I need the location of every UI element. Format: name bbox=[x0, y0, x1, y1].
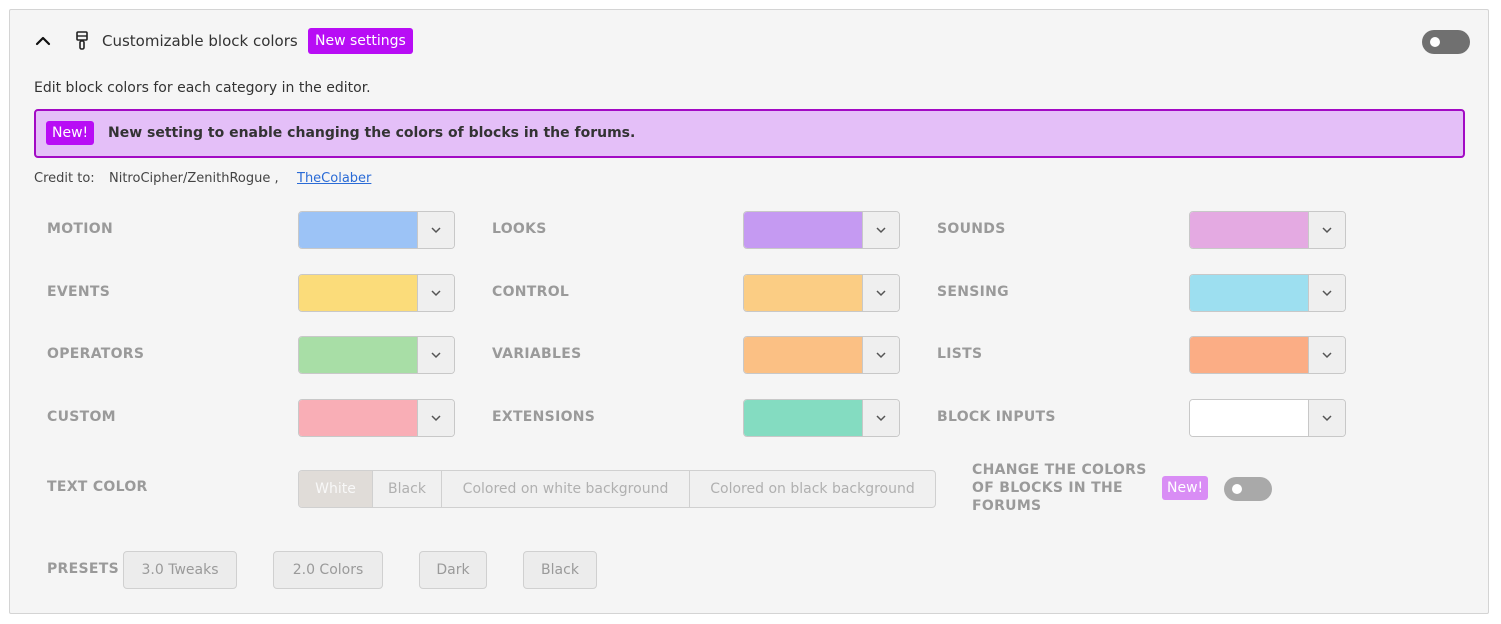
chevron-down-icon bbox=[876, 415, 886, 422]
motion-swatch bbox=[299, 212, 418, 248]
sensing-color-picker[interactable] bbox=[1189, 274, 1346, 312]
control-swatch bbox=[744, 275, 863, 311]
lists-swatch bbox=[1190, 337, 1309, 373]
new-badge: New! bbox=[46, 121, 95, 145]
paintbrush-icon bbox=[76, 31, 88, 50]
custom-swatch bbox=[299, 400, 418, 436]
custom-label: CUSTOM bbox=[47, 409, 116, 425]
preset-button-dark[interactable]: Dark bbox=[419, 551, 487, 589]
text-color-option-colored-black[interactable]: Colored on black background bbox=[690, 471, 935, 507]
motion-color-picker[interactable] bbox=[298, 211, 455, 249]
text-color-label: TEXT COLOR bbox=[47, 479, 148, 495]
block-inputs-swatch bbox=[1190, 400, 1309, 436]
chevron-down-icon bbox=[1322, 352, 1332, 359]
custom-color-picker[interactable] bbox=[298, 399, 455, 437]
dropdown-button[interactable] bbox=[862, 212, 899, 248]
chevron-down-icon bbox=[1322, 290, 1332, 297]
text-color-option-colored-white[interactable]: Colored on white background bbox=[442, 471, 690, 507]
addon-description: Edit block colors for each category in t… bbox=[34, 80, 371, 96]
chevron-down-icon bbox=[431, 352, 441, 359]
events-label: EVENTS bbox=[47, 284, 111, 300]
sensing-swatch bbox=[1190, 275, 1309, 311]
variables-color-picker[interactable] bbox=[743, 336, 900, 374]
presets-label: PRESETS bbox=[47, 561, 119, 577]
preset-button-black[interactable]: Black bbox=[523, 551, 597, 589]
control-color-picker[interactable] bbox=[743, 274, 900, 312]
credit-link[interactable]: TheColaber bbox=[297, 171, 371, 186]
chevron-down-icon bbox=[1322, 227, 1332, 234]
chevron-down-icon bbox=[876, 290, 886, 297]
events-color-picker[interactable] bbox=[298, 274, 455, 312]
dropdown-button[interactable] bbox=[417, 212, 454, 248]
preset-button-2-0-colors[interactable]: 2.0 Colors bbox=[273, 551, 383, 589]
looks-color-picker[interactable] bbox=[743, 211, 900, 249]
dropdown-button[interactable] bbox=[1308, 275, 1345, 311]
looks-label: LOOKS bbox=[492, 221, 547, 237]
extensions-label: EXTENSIONS bbox=[492, 409, 596, 425]
sounds-label: SOUNDS bbox=[937, 221, 1006, 237]
operators-swatch bbox=[299, 337, 418, 373]
dropdown-button[interactable] bbox=[1308, 400, 1345, 436]
forums-setting-label: CHANGE THE COLORS OF BLOCKS IN THE FORUM… bbox=[972, 462, 1147, 514]
chevron-down-icon bbox=[431, 415, 441, 422]
new-settings-badge: New settings bbox=[308, 28, 413, 54]
chevron-down-icon bbox=[876, 227, 886, 234]
dropdown-button[interactable] bbox=[1308, 337, 1345, 373]
text-color-selector: White Black Colored on white background … bbox=[298, 470, 936, 508]
operators-label: OPERATORS bbox=[47, 346, 145, 362]
chevron-down-icon bbox=[431, 227, 441, 234]
sensing-label: SENSING bbox=[937, 284, 1009, 300]
preset-button-3-0-tweaks[interactable]: 3.0 Tweaks bbox=[123, 551, 237, 589]
addon-enable-toggle[interactable] bbox=[1422, 30, 1470, 54]
sounds-swatch bbox=[1190, 212, 1309, 248]
credit-name: NitroCipher/ZenithRogue , bbox=[109, 171, 279, 186]
variables-label: VARIABLES bbox=[492, 346, 582, 362]
extensions-swatch bbox=[744, 400, 863, 436]
text-color-option-white[interactable]: White bbox=[299, 471, 373, 507]
motion-label: MOTION bbox=[47, 221, 114, 237]
text-color-option-black[interactable]: Black bbox=[373, 471, 442, 507]
control-label: CONTROL bbox=[492, 284, 570, 300]
block-inputs-label: BLOCK INPUTS bbox=[937, 409, 1056, 425]
variables-swatch bbox=[744, 337, 863, 373]
chevron-down-icon bbox=[431, 290, 441, 297]
forums-toggle[interactable] bbox=[1224, 477, 1272, 501]
chevron-down-icon bbox=[1322, 415, 1332, 422]
events-swatch bbox=[299, 275, 418, 311]
dropdown-button[interactable] bbox=[862, 337, 899, 373]
dropdown-button[interactable] bbox=[862, 400, 899, 436]
credit-label: Credit to: bbox=[34, 171, 95, 186]
lists-label: LISTS bbox=[937, 346, 983, 362]
dropdown-button[interactable] bbox=[417, 400, 454, 436]
chevron-up-icon[interactable] bbox=[34, 32, 52, 50]
notice-text: New setting to enable changing the color… bbox=[108, 125, 636, 141]
dropdown-button[interactable] bbox=[1308, 212, 1345, 248]
extensions-color-picker[interactable] bbox=[743, 399, 900, 437]
dropdown-button[interactable] bbox=[862, 275, 899, 311]
operators-color-picker[interactable] bbox=[298, 336, 455, 374]
addon-title: Customizable block colors bbox=[102, 32, 298, 50]
lists-color-picker[interactable] bbox=[1189, 336, 1346, 374]
block-inputs-color-picker[interactable] bbox=[1189, 399, 1346, 437]
addon-card: Customizable block colors New settings E… bbox=[9, 9, 1489, 614]
chevron-down-icon bbox=[876, 352, 886, 359]
dropdown-button[interactable] bbox=[417, 275, 454, 311]
looks-swatch bbox=[744, 212, 863, 248]
new-notice: New! New setting to enable changing the … bbox=[34, 109, 1465, 158]
sounds-color-picker[interactable] bbox=[1189, 211, 1346, 249]
forums-new-badge: New! bbox=[1162, 476, 1209, 500]
dropdown-button[interactable] bbox=[417, 337, 454, 373]
